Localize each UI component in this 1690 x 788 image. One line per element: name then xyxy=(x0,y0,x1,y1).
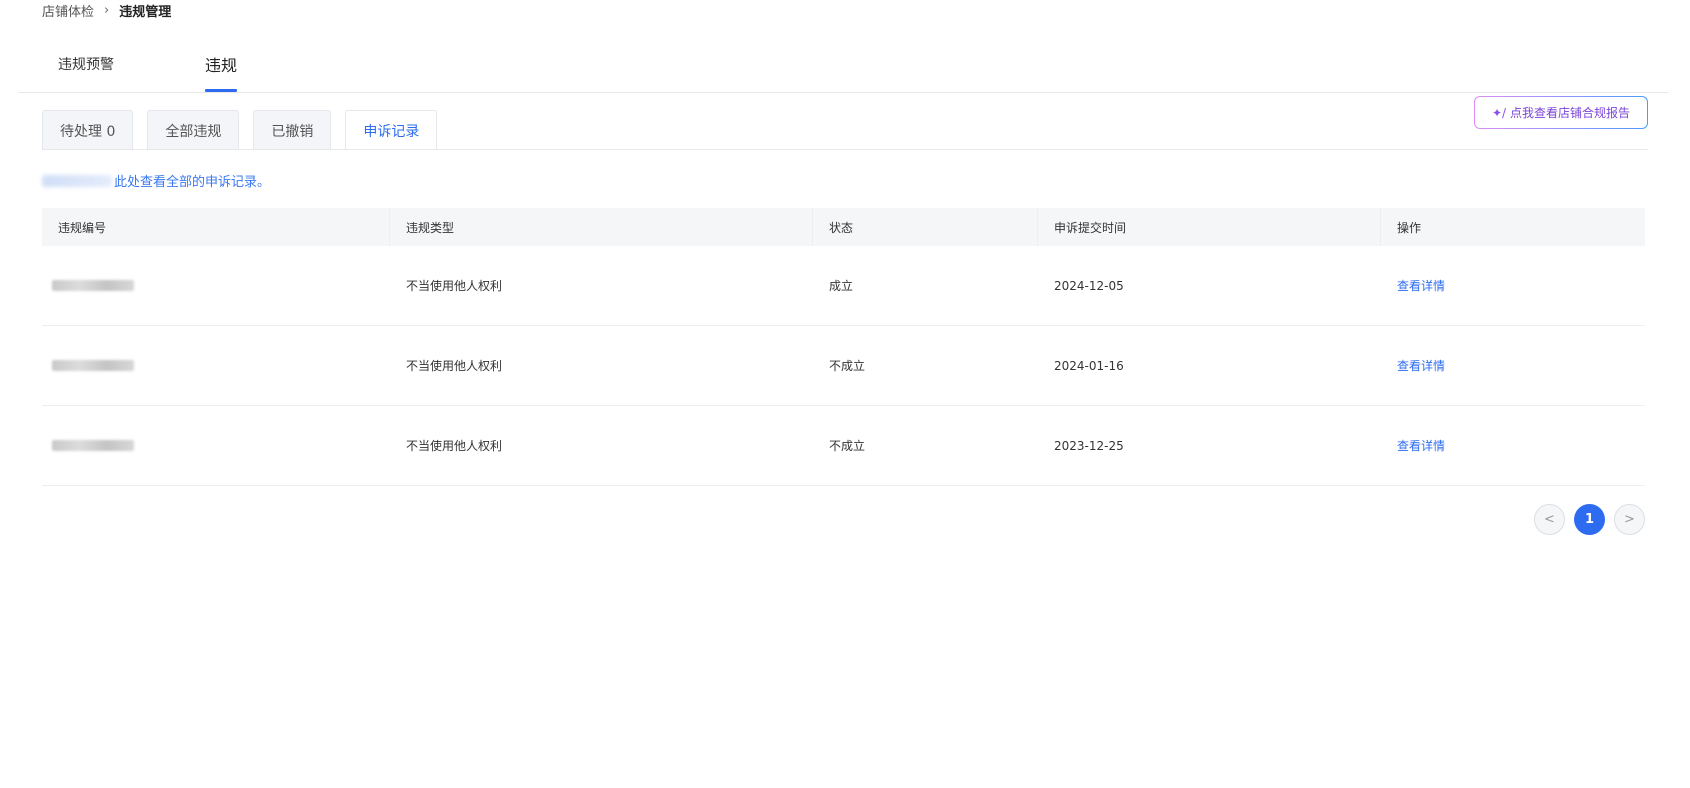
cell-submit-time: 2023-12-25 xyxy=(1054,438,1124,453)
subtab-appeal-records[interactable]: 申诉记录 xyxy=(345,110,438,150)
breadcrumb: 店铺体检 › 违规管理 xyxy=(42,0,171,20)
cell-submit-time: 2024-01-16 xyxy=(1054,358,1124,373)
header-submit-time: 申诉提交时间 xyxy=(1038,208,1381,246)
sparkle-pen-icon: ✦/ xyxy=(1491,105,1507,120)
subtab-label: 申诉记录 xyxy=(363,123,420,140)
subtab-label: 待处理 0 xyxy=(60,123,116,140)
cell-violation-type: 不当使用他人权利 xyxy=(406,439,503,453)
subtab-label: 已撤销 xyxy=(271,123,314,140)
chevron-left-icon: < xyxy=(1544,512,1555,527)
table-row: 不当使用他人权利 不成立 2024-01-16 查看详情 xyxy=(42,326,1645,406)
cell-submit-time: 2024-12-05 xyxy=(1054,278,1124,293)
divider xyxy=(42,149,1648,150)
prev-page-button[interactable]: < xyxy=(1534,504,1565,535)
cell-action: 查看详情 xyxy=(1381,326,1645,406)
cell-status: 不成立 xyxy=(829,359,866,373)
subtab-label: 全部违规 xyxy=(165,123,222,140)
cell-action: 查看详情 xyxy=(1381,406,1645,486)
header-violation-id: 违规编号 xyxy=(42,208,390,246)
header-status: 状态 xyxy=(813,208,1038,246)
cell-violation-id xyxy=(42,246,390,326)
subtab-revoked[interactable]: 已撤销 xyxy=(253,110,332,150)
redacted-text xyxy=(42,174,112,187)
table-row: 不当使用他人权利 不成立 2023-12-25 查看详情 xyxy=(42,406,1645,486)
hint-label: 此处查看全部的申诉记录。 xyxy=(114,175,271,190)
redacted-id xyxy=(52,440,134,451)
redacted-id xyxy=(52,280,134,291)
cell-action: 查看详情 xyxy=(1381,246,1645,326)
cell-violation-type: 不当使用他人权利 xyxy=(406,359,503,373)
header-violation-type: 违规类型 xyxy=(390,208,813,246)
breadcrumb-parent[interactable]: 店铺体检 xyxy=(42,1,94,20)
compliance-report-button[interactable]: ✦/ 点我查看店铺合规报告 xyxy=(1474,96,1648,129)
report-button-label: 点我查看店铺合规报告 xyxy=(1510,106,1631,120)
view-details-link[interactable]: 查看详情 xyxy=(1397,437,1445,454)
tab-violation[interactable]: 违规 xyxy=(205,36,238,92)
view-details-link[interactable]: 查看详情 xyxy=(1397,277,1445,294)
redacted-id xyxy=(52,360,134,371)
page: 店铺体检 › 违规管理 违规预警 违规 ✦/ 点我查看店铺合规报告 待处理 0 … xyxy=(0,0,1690,788)
tab-violation-warning[interactable]: 违规预警 xyxy=(58,36,114,92)
cell-violation-id xyxy=(42,326,390,406)
tab-label: 违规 xyxy=(205,56,238,75)
tab-label: 违规预警 xyxy=(58,57,114,73)
appeal-records-table: 违规编号 违规类型 状态 申诉提交时间 操作 不当使用他人权利 成立 2024-… xyxy=(42,208,1645,486)
table-row: 不当使用他人权利 成立 2024-12-05 查看详情 xyxy=(42,246,1645,326)
active-tab-indicator xyxy=(205,89,238,92)
page-button-current[interactable]: 1 xyxy=(1574,504,1605,535)
cell-status: 成立 xyxy=(829,279,854,293)
chevron-right-icon: > xyxy=(1624,512,1635,527)
subtab-all-violations[interactable]: 全部违规 xyxy=(147,110,240,150)
breadcrumb-current: 违规管理 xyxy=(119,4,172,20)
sub-tabs: 待处理 0 全部违规 已撤销 申诉记录 xyxy=(42,110,451,150)
cell-violation-type: 不当使用他人权利 xyxy=(406,279,503,293)
pagination: < 1 > xyxy=(1534,504,1645,535)
header-action: 操作 xyxy=(1397,220,1422,235)
table-header: 违规编号 违规类型 状态 申诉提交时间 操作 xyxy=(42,208,1645,246)
next-page-button[interactable]: > xyxy=(1614,504,1645,535)
hint-text: 此处查看全部的申诉记录。 xyxy=(42,171,270,190)
cell-status: 不成立 xyxy=(829,439,866,453)
view-details-link[interactable]: 查看详情 xyxy=(1397,357,1445,374)
main-tabs: 违规预警 违规 xyxy=(18,36,1668,93)
chevron-right-icon: › xyxy=(104,2,110,18)
cell-violation-id xyxy=(42,406,390,486)
subtab-pending[interactable]: 待处理 0 xyxy=(42,110,134,150)
